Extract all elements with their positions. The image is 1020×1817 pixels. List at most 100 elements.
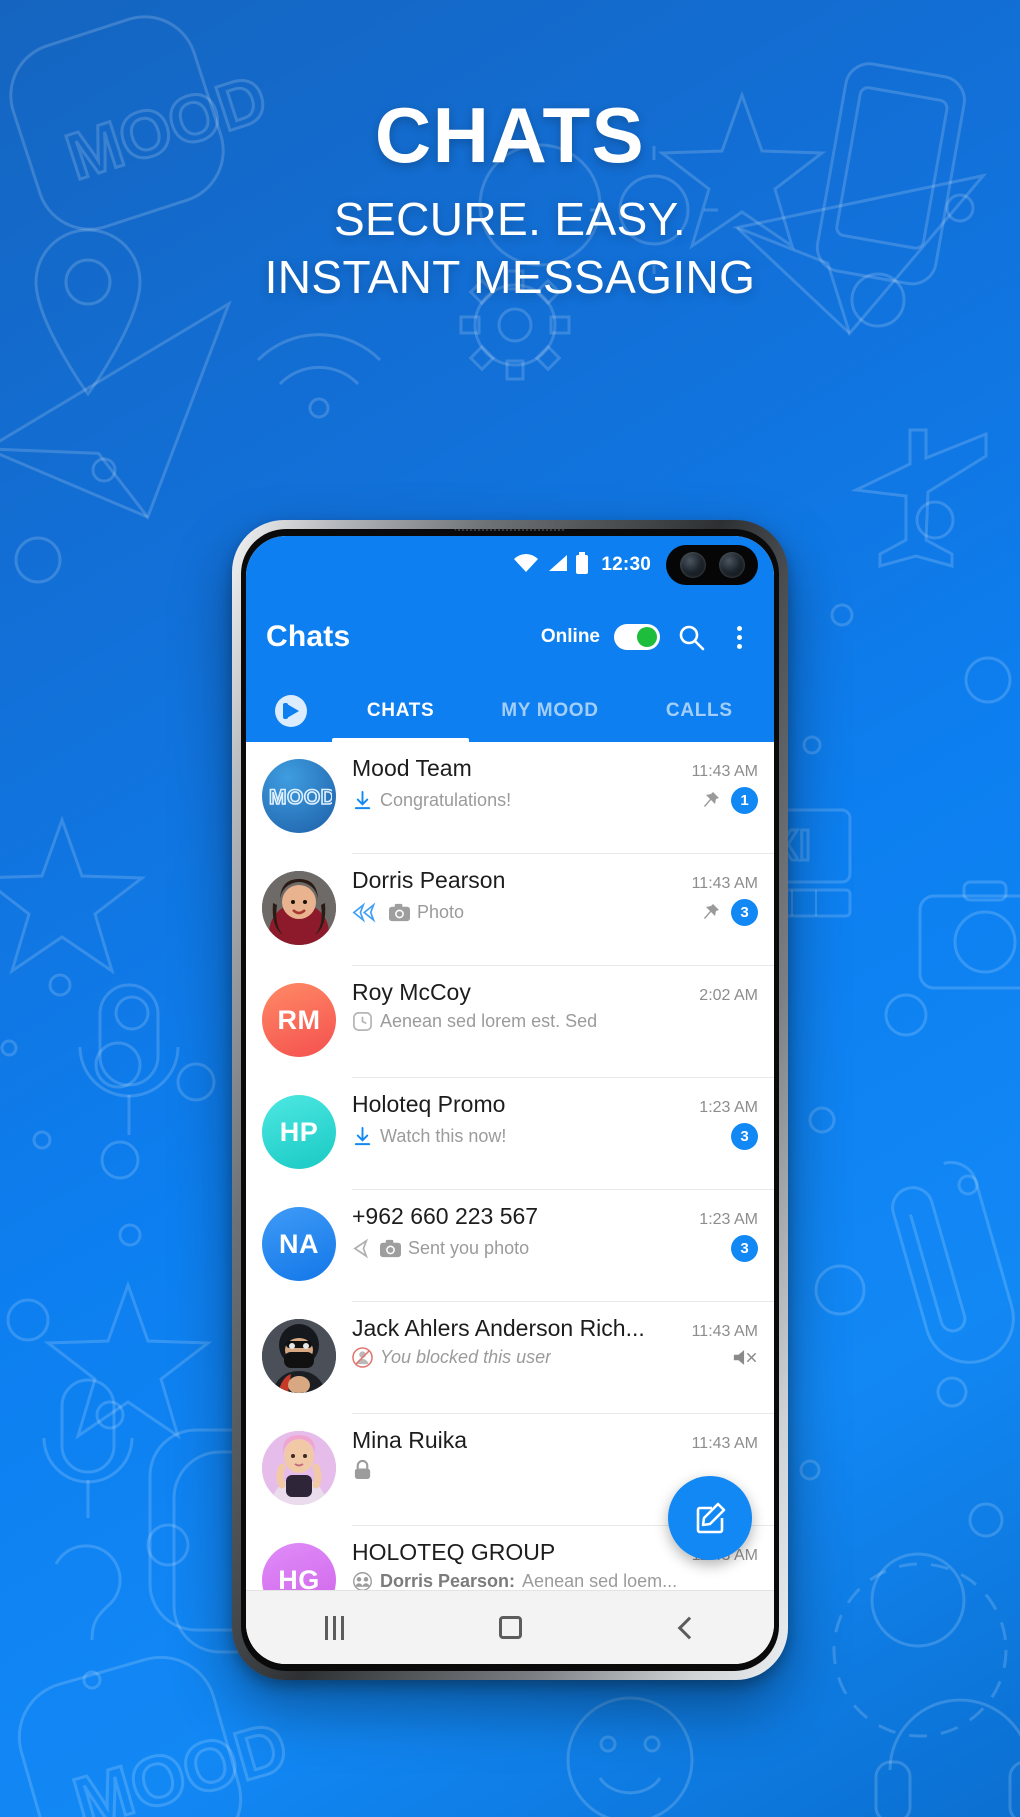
chat-time: 11:43 AM — [691, 1323, 758, 1340]
chat-preview: Watch this now! — [380, 1126, 507, 1146]
table-row[interactable]: HP Holoteq Promo 1:23 AM Watch this now!… — [246, 1078, 774, 1190]
unread-badge: 1 — [731, 787, 758, 814]
overflow-menu-icon[interactable] — [722, 620, 756, 654]
mute-icon — [732, 1347, 758, 1368]
subhead-line-1: SECURE. EASY. — [333, 192, 687, 245]
row-body: Roy McCoy 2:02 AM Aenean sed lorem est. … — [352, 979, 774, 1078]
chat-time: 2:02 AM — [699, 987, 758, 1004]
online-status-label: Online — [540, 626, 600, 647]
avatar-initials: NA — [279, 1228, 319, 1259]
table-row[interactable]: RM Roy McCoy 2:02 AM Aenean sed lorem es… — [246, 966, 774, 1078]
chat-name: HOLOTEQ GROUP — [352, 1539, 556, 1565]
table-row[interactable]: MOOD Mood Team 11:43 AM Congratulations!… — [246, 742, 774, 854]
sent-single-icon — [352, 1238, 373, 1259]
row-body: Holoteq Promo 1:23 AM Watch this now! 3 — [352, 1091, 774, 1190]
chat-name: +962 660 223 567 — [352, 1203, 539, 1229]
wifi-icon — [513, 553, 539, 578]
chat-preview: Aenean sed lorem est. Sed — [380, 1011, 598, 1031]
compose-icon[interactable] — [668, 1476, 752, 1560]
tab-calls[interactable]: CALLS — [625, 680, 774, 742]
avatar: HG — [262, 1543, 336, 1590]
chat-preview: Photo — [417, 902, 465, 922]
tab-bar: CHATS MY MOOD CALLS — [246, 680, 774, 742]
group-icon — [352, 1571, 373, 1590]
chat-name: Jack Ahlers Anderson Rich... — [352, 1315, 645, 1341]
chat-time: 1:23 AM — [699, 1211, 758, 1228]
chat-name: Holoteq Promo — [352, 1091, 506, 1117]
chat-name: Dorris Pearson — [352, 867, 506, 893]
app-bar-title: Chats — [266, 620, 351, 653]
download-icon — [352, 1126, 373, 1147]
pin-icon — [699, 790, 721, 812]
phone-screen: 12:30 Chats Online CHATS MY MOOD CALLS M… — [246, 536, 774, 1664]
phone-mockup: 12:30 Chats Online CHATS MY MOOD CALLS M… — [232, 520, 788, 1680]
recents-icon[interactable] — [289, 1606, 379, 1650]
table-row[interactable]: NA +962 660 223 567 1:23 AM Sent you pho… — [246, 1190, 774, 1302]
poster-subhead: SECURE. EASY. INSTANT MESSAGING — [0, 190, 1020, 308]
earpiece-speaker — [454, 529, 566, 531]
back-icon[interactable] — [641, 1606, 731, 1650]
chat-sender: Dorris Pearson: — [380, 1571, 516, 1590]
chat-name: Roy McCoy — [352, 979, 471, 1005]
app-bar: Chats Online — [246, 594, 774, 680]
mood-stories-icon[interactable] — [256, 680, 326, 742]
svg-text:MOOD: MOOD — [269, 786, 332, 809]
pin-icon — [699, 902, 721, 924]
chat-time: 11:43 AM — [691, 763, 758, 780]
online-toggle[interactable] — [614, 624, 660, 650]
chat-time: 1:23 AM — [699, 1099, 758, 1116]
avatar-initials: HP — [279, 1116, 319, 1147]
svg-text:MOOD: MOOD — [65, 1707, 296, 1817]
unread-badge: 3 — [731, 1123, 758, 1150]
status-bar: 12:30 — [246, 536, 774, 594]
table-row[interactable]: Dorris Pearson 11:43 AM Photo 3 — [246, 854, 774, 966]
avatar-initials: HG — [278, 1564, 320, 1591]
chat-preview: Aenean sed loem... — [522, 1571, 678, 1590]
avatar-initials: RM — [277, 1004, 321, 1035]
row-body: Jack Ahlers Anderson Rich... 11:43 AM Yo… — [352, 1315, 774, 1414]
row-body: Mood Team 11:43 AM Congratulations! 1 — [352, 755, 774, 854]
blocked-user-icon — [352, 1347, 373, 1368]
status-bar-clock: 12:30 — [601, 554, 651, 575]
download-icon — [352, 790, 373, 811]
home-icon[interactable] — [465, 1606, 555, 1650]
row-body: Dorris Pearson 11:43 AM Photo 3 — [352, 867, 774, 966]
battery-icon — [575, 551, 589, 579]
chat-list[interactable]: MOOD Mood Team 11:43 AM Congratulations!… — [246, 742, 774, 1590]
lock-icon — [352, 1459, 373, 1480]
sent-double-icon — [352, 902, 382, 923]
chat-name: Mood Team — [352, 755, 472, 781]
avatar — [262, 1431, 336, 1505]
camera-icon — [380, 1238, 401, 1259]
chat-name: Mina Ruika — [352, 1427, 468, 1453]
unread-badge: 3 — [731, 1235, 758, 1262]
android-nav-bar — [246, 1590, 774, 1664]
chat-preview: You blocked this user — [380, 1347, 552, 1367]
chat-preview: Sent you photo — [408, 1238, 530, 1258]
toggle-knob — [637, 627, 657, 647]
front-camera-cutout — [666, 545, 758, 585]
tab-my-mood[interactable]: MY MOOD — [475, 680, 624, 742]
phone-bezel: 12:30 Chats Online CHATS MY MOOD CALLS M… — [241, 529, 779, 1671]
table-row[interactable]: Jack Ahlers Anderson Rich... 11:43 AM Yo… — [246, 1302, 774, 1414]
avatar: HP — [262, 1095, 336, 1169]
avatar: RM — [262, 983, 336, 1057]
search-icon[interactable] — [674, 620, 708, 654]
unread-badge: 3 — [731, 899, 758, 926]
avatar: NA — [262, 1207, 336, 1281]
page-title: CHATS — [374, 91, 646, 179]
avatar — [262, 1319, 336, 1393]
avatar: MOOD — [262, 759, 336, 833]
poster-headline-block: CHATS SECURE. EASY. INSTANT MESSAGING — [0, 91, 1020, 308]
chat-preview: Congratulations! — [380, 790, 512, 810]
tab-chats[interactable]: CHATS — [326, 680, 475, 742]
chat-time: 11:43 AM — [691, 1435, 758, 1452]
camera-icon — [389, 902, 410, 923]
signal-icon — [546, 553, 568, 578]
avatar — [262, 871, 336, 945]
chat-time: 11:43 AM — [691, 875, 758, 892]
poster-root: MOOD MOOD CHATS SECURE. EASY. INSTANT ME… — [0, 0, 1020, 1817]
subhead-line-2: INSTANT MESSAGING — [264, 251, 756, 304]
row-body: +962 660 223 567 1:23 AM Sent you photo … — [352, 1203, 774, 1302]
clock-icon — [352, 1011, 373, 1032]
